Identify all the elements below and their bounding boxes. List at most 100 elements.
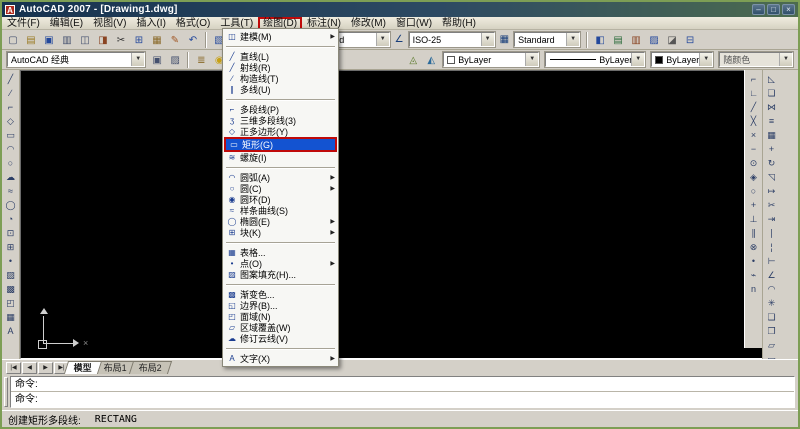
snap-nearest-icon[interactable]: • — [746, 254, 761, 268]
plot-icon[interactable]: ▥ — [59, 32, 75, 48]
erase-icon[interactable]: ◺ — [764, 72, 779, 86]
close-button[interactable]: × — [782, 4, 795, 15]
point-icon[interactable]: • — [3, 254, 18, 268]
snap-extension-icon[interactable]: − — [746, 142, 761, 156]
region-icon[interactable]: ◰ — [3, 296, 18, 310]
circle-icon[interactable]: ○ — [3, 156, 18, 170]
move-icon[interactable]: + — [764, 142, 779, 156]
snap-quadrant-icon[interactable]: ◈ — [746, 170, 761, 184]
draworder-back-icon[interactable]: ❒ — [764, 324, 779, 338]
chevron-down-icon[interactable]: ▼ — [566, 33, 579, 46]
open-icon[interactable]: ▤ — [23, 32, 39, 48]
tab-nav-button-1[interactable]: ◀ — [22, 362, 37, 374]
markup-icon[interactable]: ◪ — [664, 32, 680, 48]
drawing-canvas[interactable]: × — [20, 70, 764, 359]
designcenter-icon[interactable]: ▤ — [610, 32, 626, 48]
paste-icon[interactable]: ▦ — [149, 32, 165, 48]
scale-icon[interactable]: ◹ — [764, 170, 779, 184]
qnew-icon[interactable]: ▢ — [5, 32, 21, 48]
tab-模型[interactable]: 模型 — [64, 361, 102, 374]
break-at-point-icon[interactable]: ∣ — [764, 226, 779, 240]
chamfer-icon[interactable]: ∠ — [764, 268, 779, 282]
menu-格式O[interactable]: 格式(O) — [171, 17, 215, 30]
menu-文件F[interactable]: 文件(F) — [2, 17, 45, 30]
copy-object-icon[interactable]: ❏ — [764, 86, 779, 100]
snap-from-icon[interactable]: ∟ — [746, 86, 761, 100]
make-block-icon[interactable]: ⊞ — [3, 240, 18, 254]
insert-block-icon[interactable]: ⊡ — [3, 226, 18, 240]
draw-menu-item-text[interactable]: A文字(X)▶ — [224, 353, 337, 364]
array-icon[interactable]: ▦ — [764, 128, 779, 142]
layer-properties-manager-icon[interactable]: ≣ — [193, 52, 209, 68]
properties-palette-icon[interactable]: ◧ — [592, 32, 608, 48]
fillet-icon[interactable]: ◠ — [764, 282, 779, 296]
multiline-text-icon[interactable]: A — [3, 324, 18, 338]
snap-tangent-icon[interactable]: ○ — [746, 184, 761, 198]
track-point-icon[interactable]: ⌐ — [746, 72, 761, 86]
chevron-down-icon[interactable]: ▼ — [525, 53, 538, 66]
chevron-down-icon[interactable]: ▼ — [631, 53, 644, 66]
table-style-combo[interactable]: Standard ▼ — [514, 32, 580, 47]
save-icon[interactable]: ▣ — [41, 32, 57, 48]
undo-icon[interactable]: ↶ — [185, 32, 201, 48]
match-properties-icon[interactable]: ✎ — [167, 32, 183, 48]
explode-icon[interactable]: ✳ — [764, 296, 779, 310]
menu-窗口W[interactable]: 窗口(W) — [391, 17, 437, 30]
draw-menu-item-hatch[interactable]: ▨图案填充(H)... — [224, 269, 337, 280]
draw-menu-item-rectangle[interactable]: ▭矩形(G) — [224, 137, 337, 152]
hatch-icon[interactable]: ▨ — [3, 268, 18, 282]
revcloud-icon[interactable]: ☁ — [3, 170, 18, 184]
polygon-icon[interactable]: ◇ — [3, 114, 18, 128]
break-icon[interactable]: ¦ — [764, 240, 779, 254]
tool-palettes-icon[interactable]: ▥ — [628, 32, 644, 48]
snap-midpoint-icon[interactable]: ╳ — [746, 114, 761, 128]
cut-icon[interactable]: ✂ — [113, 32, 129, 48]
draw-menu-item-helix[interactable]: ≋螺旋(I) — [224, 152, 337, 163]
maximize-button[interactable]: □ — [767, 4, 780, 15]
snap-endpoint-icon[interactable]: ╱ — [746, 100, 761, 114]
publish-icon[interactable]: ◨ — [95, 32, 111, 48]
workspace-settings-icon[interactable]: ▣ — [149, 52, 165, 68]
offset-icon[interactable]: ≡ — [764, 114, 779, 128]
draw-menu-item-modeling[interactable]: ◫建模(M)▶ — [224, 31, 337, 42]
stretch-icon[interactable]: ↦ — [764, 184, 779, 198]
ellipse-icon[interactable]: ◯ — [3, 198, 18, 212]
ellipse-arc-icon[interactable]: ◔ — [3, 212, 18, 226]
spline-icon[interactable]: ≈ — [3, 184, 18, 198]
rotate-icon[interactable]: ↻ — [764, 156, 779, 170]
snap-settings-icon[interactable]: n — [746, 282, 761, 296]
snap-intersection-icon[interactable]: × — [746, 128, 761, 142]
construction-line-icon[interactable]: ∕ — [3, 86, 18, 100]
plot-preview-icon[interactable]: ◫ — [77, 32, 93, 48]
lineweight-combo[interactable]: ByLayer ▼ — [651, 52, 713, 67]
chevron-down-icon[interactable]: ▼ — [131, 53, 144, 66]
trim-icon[interactable]: ✂ — [764, 198, 779, 212]
draworder-front-icon[interactable]: ❑ — [764, 310, 779, 324]
plotstyle-combo[interactable]: 随颜色 ▼ — [719, 52, 793, 67]
snap-parallel-icon[interactable]: ∥ — [746, 226, 761, 240]
copy-icon[interactable]: ⊞ — [131, 32, 147, 48]
menu-视图V[interactable]: 视图(V) — [88, 17, 131, 30]
command-input-line[interactable]: 命令: — [11, 392, 794, 407]
draw-menu-item-multiline[interactable]: ∥多线(U) — [224, 84, 337, 95]
snap-center-icon[interactable]: ⊙ — [746, 156, 761, 170]
table-icon[interactable]: ▦ — [3, 310, 18, 324]
extend-icon[interactable]: ⇥ — [764, 212, 779, 226]
chevron-down-icon[interactable]: ▼ — [779, 53, 792, 66]
layer-previous-icon[interactable]: ◭ — [423, 52, 439, 68]
workspace-save-icon[interactable]: ▨ — [167, 52, 183, 68]
make-object-layer-current-icon[interactable]: ◬ — [405, 52, 421, 68]
quickcalc-icon[interactable]: ⊟ — [682, 32, 698, 48]
chevron-down-icon[interactable]: ▼ — [699, 53, 712, 66]
linetype-combo[interactable]: ByLayer ▼ — [545, 52, 645, 67]
draworder-above-icon[interactable]: ▱ — [764, 338, 779, 352]
line-icon[interactable]: ╱ — [3, 72, 18, 86]
draw-menu-item-revcloud[interactable]: ☁修订云线(V) — [224, 333, 337, 344]
command-text-area[interactable]: 命令: 命令: — [10, 376, 795, 408]
minimize-button[interactable]: – — [752, 4, 765, 15]
chevron-down-icon[interactable]: ▼ — [481, 33, 494, 46]
menu-修改M[interactable]: 修改(M) — [346, 17, 391, 30]
color-combo[interactable]: ByLayer ▼ — [443, 52, 539, 67]
arc-icon[interactable]: ◠ — [3, 142, 18, 156]
tab-nav-button-2[interactable]: ▶ — [38, 362, 53, 374]
